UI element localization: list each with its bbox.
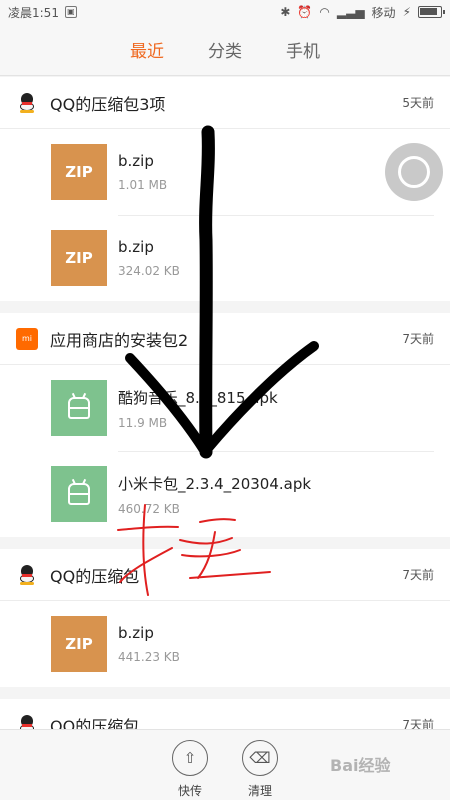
status-time: 凌晨1:51 bbox=[8, 5, 59, 20]
file-item[interactable]: 小米卡包_2.3.4_20304.apk 460.72 KB bbox=[0, 451, 450, 537]
file-item[interactable]: ZIP b.zip 324.02 KB bbox=[0, 215, 450, 301]
file-size: 441.23 KB bbox=[118, 650, 180, 664]
qq-icon bbox=[16, 92, 38, 114]
group-time: 7天前 bbox=[402, 568, 434, 582]
android-icon bbox=[51, 380, 107, 436]
group-title: QQ的压缩包3项 bbox=[50, 94, 166, 114]
tab-recent[interactable]: 最近 bbox=[128, 33, 166, 66]
file-group: mi 应用商店的安装包2 7天前 酷狗音乐_8.5_815.apk 11.9 M… bbox=[0, 313, 450, 537]
file-group: QQ的压缩包3项 5天前 ZIP b.zip 1.01 MB ZIP b.zip… bbox=[0, 77, 450, 301]
qq-icon bbox=[16, 564, 38, 586]
bluetooth-icon: ✱ bbox=[280, 5, 291, 19]
zip-icon: ZIP bbox=[51, 144, 107, 200]
zip-icon: ZIP bbox=[51, 616, 107, 672]
carrier-label: 移动 bbox=[371, 5, 396, 20]
alarm-icon: ⏰ bbox=[297, 5, 313, 19]
group-time: 7天前 bbox=[402, 332, 434, 346]
file-size: 1.01 MB bbox=[118, 178, 168, 192]
file-size: 460.72 KB bbox=[118, 501, 180, 516]
file-name: 小米卡包_2.3.4_20304.apk bbox=[118, 474, 312, 493]
quick-send-button[interactable]: ⇧ 快传 bbox=[170, 740, 210, 800]
baidu-watermark: Bai经验 bbox=[330, 756, 391, 775]
tab-bar: 最近 分类 手机 bbox=[0, 24, 450, 76]
file-name: b.zip bbox=[118, 152, 154, 170]
upload-icon: ⇧ bbox=[172, 740, 208, 776]
quick-send-label: 快传 bbox=[177, 784, 202, 798]
group-title: QQ的压缩包 bbox=[50, 566, 140, 586]
android-icon bbox=[51, 466, 107, 522]
mi-store-icon: mi bbox=[16, 327, 38, 350]
file-name: b.zip bbox=[118, 624, 154, 642]
file-group: QQ的压缩包 7天前 ZIP b.zip 441.23 KB bbox=[0, 549, 450, 687]
tab-category[interactable]: 分类 bbox=[206, 33, 244, 66]
clean-label: 清理 bbox=[247, 784, 272, 798]
lightning-icon: ⚡ bbox=[402, 5, 411, 19]
group-time: 5天前 bbox=[402, 96, 434, 110]
circle-icon bbox=[398, 156, 430, 188]
group-title: 应用商店的安装包2 bbox=[50, 330, 189, 350]
file-size: 324.02 KB bbox=[118, 264, 180, 278]
file-item[interactable]: ZIP b.zip 1.01 MB bbox=[0, 129, 450, 215]
file-name: b.zip bbox=[118, 238, 154, 256]
zip-icon: ZIP bbox=[51, 230, 107, 286]
group-header[interactable]: mi 应用商店的安装包2 7天前 bbox=[0, 313, 450, 365]
file-item[interactable]: 酷狗音乐_8.5_815.apk 11.9 MB bbox=[0, 365, 450, 451]
file-name: 酷狗音乐_8.5_815.apk bbox=[118, 388, 278, 407]
tab-phone[interactable]: 手机 bbox=[284, 33, 322, 66]
notification-icon: ▣ bbox=[64, 6, 77, 18]
floating-assist-button[interactable] bbox=[385, 143, 443, 201]
group-header[interactable]: QQ的压缩包3项 5天前 bbox=[0, 77, 450, 129]
broom-icon: ⌫ bbox=[242, 740, 278, 776]
battery-icon bbox=[418, 6, 445, 18]
status-bar: 凌晨1:51 ▣ ✱ ⏰ ◠ ▂▃▅ 移动 ⚡ bbox=[0, 0, 450, 24]
signal-icon: ▂▃▅ bbox=[336, 5, 365, 19]
wifi-icon: ◠ bbox=[319, 5, 330, 19]
group-header[interactable]: QQ的压缩包 7天前 bbox=[0, 549, 450, 601]
clean-button[interactable]: ⌫ 清理 bbox=[240, 740, 280, 800]
file-size: 11.9 MB bbox=[118, 415, 168, 430]
file-item[interactable]: ZIP b.zip 441.23 KB bbox=[0, 601, 450, 687]
recent-file-list: QQ的压缩包3项 5天前 ZIP b.zip 1.01 MB ZIP b.zip… bbox=[0, 77, 450, 763]
